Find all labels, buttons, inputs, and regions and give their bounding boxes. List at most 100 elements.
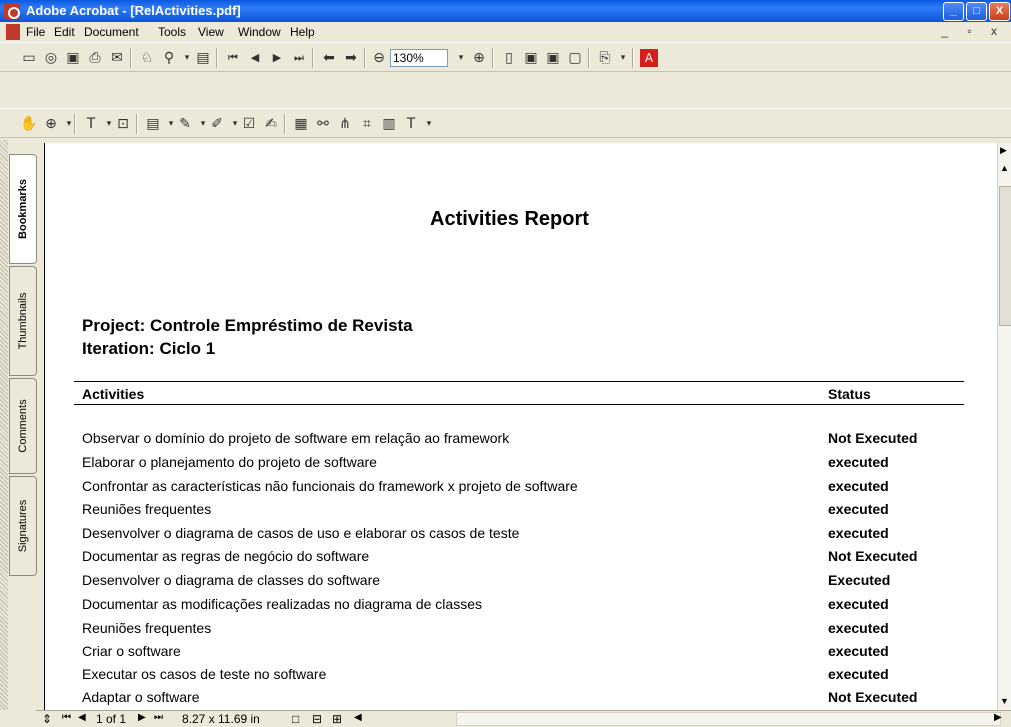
previous-page-icon[interactable]: ◀	[78, 712, 86, 723]
menu-window[interactable]: Window	[238, 25, 281, 39]
tab-comments[interactable]: Comments	[9, 378, 37, 474]
adobe-logo-icon[interactable]: A	[640, 49, 658, 67]
print-icon[interactable]: ⎙	[86, 49, 104, 67]
rotate-dropdown-icon[interactable]: ▾	[614, 49, 632, 67]
form-tool-icon[interactable]: ▥	[380, 115, 398, 133]
continuous-facing-icon[interactable]: ⊞	[332, 712, 342, 726]
status-cell: executed	[828, 454, 889, 470]
fit-visible-icon[interactable]: ▢	[566, 49, 584, 67]
zoom-tool-icon[interactable]: ⊕	[42, 115, 60, 133]
save-icon[interactable]: ▣	[64, 49, 82, 67]
maximize-button[interactable]: □	[966, 2, 987, 21]
horizontal-scrollbar[interactable]	[456, 712, 1001, 726]
graphics-select-icon[interactable]: ⊡	[114, 115, 132, 133]
panel-resize-handle[interactable]	[0, 140, 8, 710]
movie-tool-icon[interactable]: ▦	[292, 115, 310, 133]
close-button[interactable]: X	[989, 2, 1010, 21]
zoom-dropdown-icon[interactable]: ▾	[452, 49, 470, 67]
toolbar-separator	[136, 114, 138, 134]
toolbar-separator	[312, 48, 314, 68]
activity-cell: Executar os casos de teste no software	[82, 666, 327, 682]
status-cell: executed	[828, 643, 889, 659]
minimize-button[interactable]: _	[943, 2, 964, 21]
toolbar-separator	[74, 114, 76, 134]
tab-signatures[interactable]: Signatures	[9, 476, 37, 576]
previous-page-icon[interactable]: ◀	[246, 49, 264, 67]
document-icon[interactable]	[6, 24, 20, 40]
activity-cell: Adaptar o software	[82, 689, 200, 705]
fit-width-icon[interactable]: ▣	[544, 49, 562, 67]
spell-check-icon[interactable]: ☑	[240, 115, 258, 133]
fit-page-icon[interactable]: ▣	[522, 49, 540, 67]
next-page-icon[interactable]: ▶	[138, 712, 146, 723]
last-page-icon[interactable]: ⏭	[154, 712, 163, 723]
report-title: Activities Report	[430, 208, 589, 230]
scroll-up-icon[interactable]: ▲	[1000, 163, 1009, 173]
page-size-display: 8.27 x 11.69 in	[182, 712, 260, 726]
single-page-icon[interactable]: □	[292, 712, 299, 726]
scroll-left-icon[interactable]: ◀	[354, 712, 362, 723]
mdi-window-controls[interactable]: _ ▫ x	[941, 24, 1005, 38]
column-header-status: Status	[828, 386, 871, 402]
menu-help[interactable]: Help	[290, 25, 315, 39]
split-view-icon[interactable]: ⇕	[42, 712, 52, 726]
status-cell: executed	[828, 620, 889, 636]
last-page-icon[interactable]: ⏭	[290, 49, 308, 67]
find-icon[interactable]: ♘	[138, 49, 156, 67]
actual-size-icon[interactable]: ▯	[500, 49, 518, 67]
article-tool-icon[interactable]: ⋔	[336, 115, 354, 133]
activity-cell: Confrontar as características não funcio…	[82, 478, 578, 494]
menu-document[interactable]: Document	[84, 25, 139, 39]
toolbar-separator	[130, 48, 132, 68]
zoom-value-field[interactable]: 130%	[390, 49, 448, 67]
page-indicator[interactable]: 1 of 1	[96, 712, 126, 726]
acrobat-app-icon[interactable]	[4, 3, 20, 19]
pencil-tool-icon[interactable]: ✎	[176, 115, 194, 133]
vertical-scrollbar[interactable]: ▶ ▲ ▼	[997, 143, 1011, 710]
activity-cell: Reuniões frequentes	[82, 620, 212, 636]
email-icon[interactable]: ✉	[108, 49, 126, 67]
go-back-icon[interactable]: ⬅	[320, 49, 338, 67]
scrollbar-thumb[interactable]	[999, 186, 1011, 326]
menu-tools[interactable]: Tools	[158, 25, 186, 39]
menu-view[interactable]: View	[198, 25, 224, 39]
scroll-right-icon[interactable]: ▶	[994, 712, 1002, 723]
status-cell: executed	[828, 666, 889, 682]
tab-label: Bookmarks	[17, 179, 29, 239]
touchup-dropdown-icon[interactable]: ▾	[420, 115, 438, 133]
next-page-icon[interactable]: ▶	[268, 49, 286, 67]
menu-file[interactable]: File	[26, 25, 45, 39]
zoom-out-icon[interactable]: ⊖	[370, 49, 388, 67]
tab-bookmarks[interactable]: Bookmarks	[9, 154, 37, 264]
menu-edit[interactable]: Edit	[54, 25, 75, 39]
search-icon[interactable]: ⚲	[160, 49, 178, 67]
zoom-in-icon[interactable]: ⊕	[470, 49, 488, 67]
crop-tool-icon[interactable]: ⌗	[358, 115, 376, 133]
toolbar-separator	[492, 48, 494, 68]
toolbar-tools: ✋ ⊕ ▾ T ▾ ⊡ ▤ ▾ ✎ ▾ ✐ ▾ ☑ ✍ ▦ ⚯ ⋔ ⌗ ▥ T …	[0, 108, 1011, 138]
rotate-view-icon[interactable]: ⎘	[596, 49, 614, 67]
status-cell: executed	[828, 501, 889, 517]
highlight-tool-icon[interactable]: ✐	[208, 115, 226, 133]
open-icon[interactable]: ▭	[20, 49, 38, 67]
tab-thumbnails[interactable]: Thumbnails	[9, 266, 37, 376]
first-page-icon[interactable]: ⏮	[62, 712, 71, 723]
scroll-down-icon[interactable]: ▼	[1000, 696, 1009, 706]
continuous-icon[interactable]: ⊟	[312, 712, 322, 726]
organizer-icon[interactable]: ◎	[42, 49, 60, 67]
text-select-icon[interactable]: T	[82, 115, 100, 133]
status-cell: executed	[828, 478, 889, 494]
go-forward-icon[interactable]: ➡	[342, 49, 360, 67]
title-bar: Adobe Acrobat - [RelActivities.pdf] _ □ …	[0, 0, 1011, 22]
note-tool-icon[interactable]: ▤	[144, 115, 162, 133]
navigation-pane-icon[interactable]: ▤	[194, 49, 212, 67]
first-page-icon[interactable]: ⏮	[224, 49, 242, 67]
hand-tool-icon[interactable]: ✋	[20, 115, 38, 133]
tab-label: Thumbnails	[17, 292, 29, 350]
sign-icon[interactable]: ✍	[262, 115, 280, 133]
activity-cell: Desenvolver o diagrama de casos de uso e…	[82, 525, 520, 541]
scroll-split-icon[interactable]: ▶	[1000, 145, 1007, 156]
touchup-text-icon[interactable]: T	[402, 115, 420, 133]
link-tool-icon[interactable]: ⚯	[314, 115, 332, 133]
table-header-rule-top	[74, 381, 964, 382]
